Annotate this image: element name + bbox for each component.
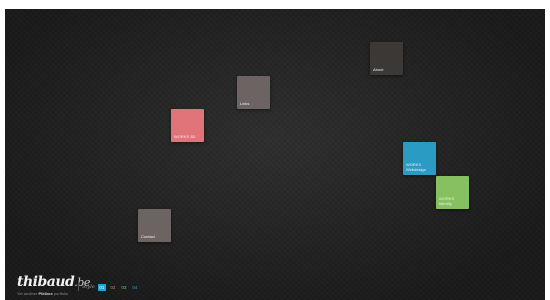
tile-works-webdesign[interactable]: WORKS Webdesign	[403, 142, 436, 175]
tile-label: Contact	[141, 234, 155, 239]
style-label: Style	[82, 284, 95, 290]
tile-label: WORKS 3D	[174, 134, 196, 139]
style-picker: Style 01 02 03 04	[82, 283, 139, 291]
tile-label: WORKS Webdesign	[406, 162, 426, 172]
tile-links[interactable]: Links	[237, 76, 270, 109]
site-tagline: Yet another Pikibox portfolio	[17, 291, 69, 296]
tile-label: Links	[240, 101, 250, 106]
brand-name: thibaud	[17, 274, 75, 290]
tile-contact[interactable]: Contact	[138, 209, 171, 242]
tile-works-3d[interactable]: WORKS 3D	[171, 109, 204, 142]
style-option-04[interactable]: 04	[131, 284, 139, 291]
style-option-03[interactable]: 03	[120, 284, 128, 291]
tile-label: WORKS Identity	[439, 196, 455, 206]
desktop-canvas: About Links WORKS 3D WORKS Webdesign WOR…	[5, 9, 545, 300]
tile-about[interactable]: About	[370, 42, 403, 75]
style-option-02[interactable]: 02	[109, 284, 117, 291]
tile-works-identity[interactable]: WORKS Identity	[436, 176, 469, 209]
style-option-01[interactable]: 01	[97, 283, 106, 291]
tile-label: About	[373, 67, 384, 72]
footer-divider	[78, 281, 79, 291]
